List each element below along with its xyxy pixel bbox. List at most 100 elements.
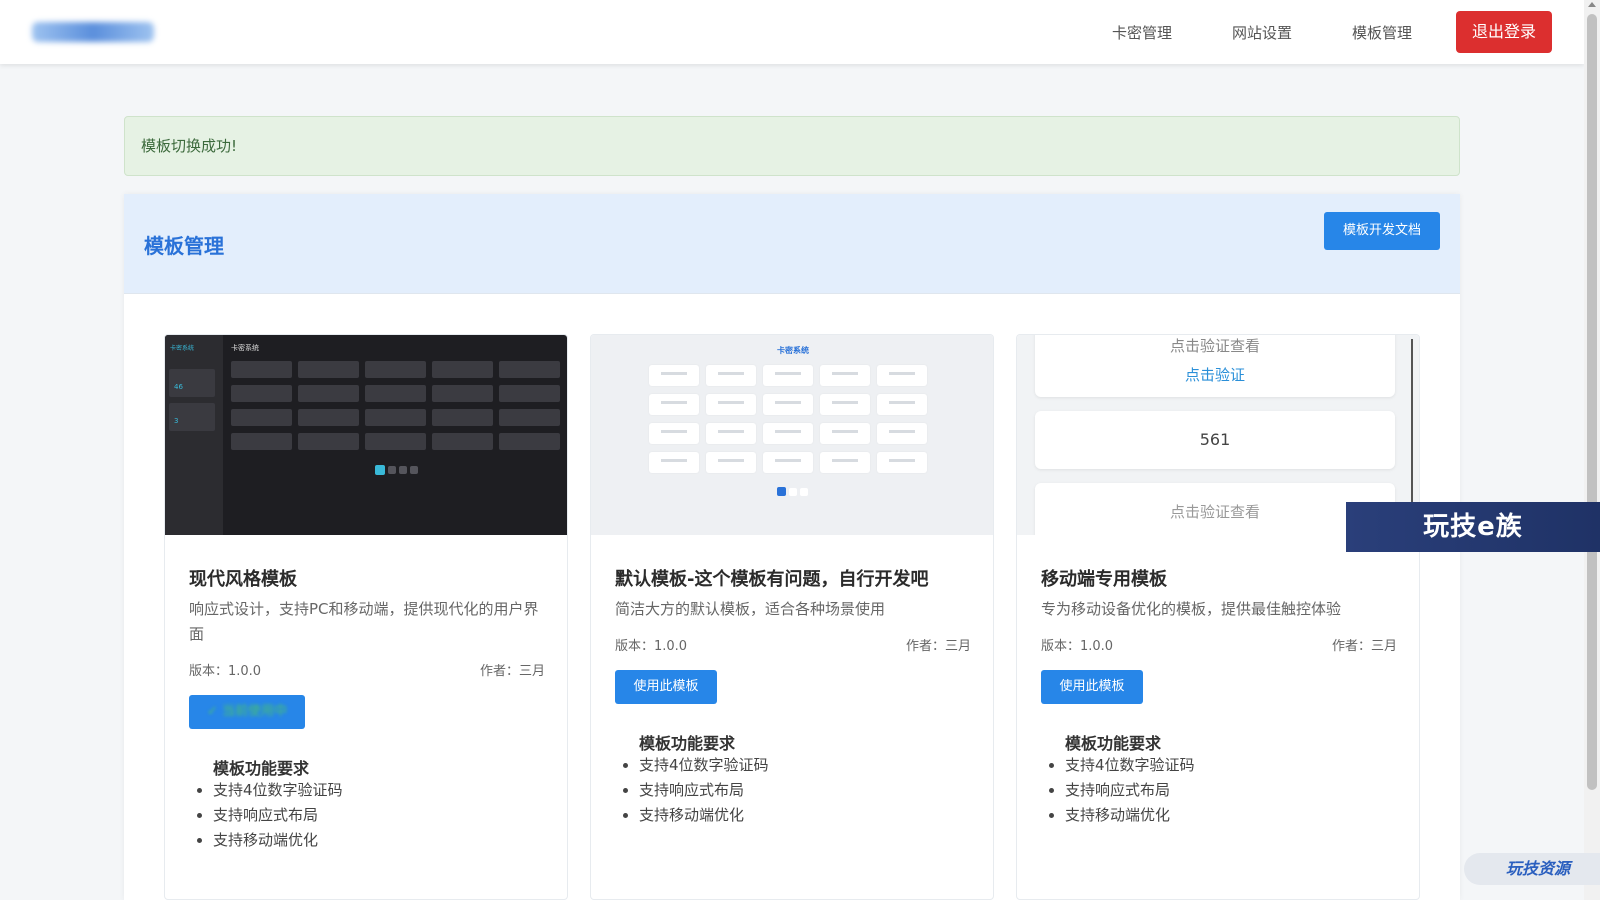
preview-cell — [763, 365, 813, 386]
preview-cell — [499, 433, 560, 450]
template-docs-button[interactable]: 模板开发文档 — [1324, 212, 1440, 250]
feature-item: 支持4位数字验证码 — [1065, 753, 1195, 778]
preview-cell — [706, 423, 756, 444]
watermark-banner: 玩技e族 — [1346, 502, 1600, 552]
use-template-button[interactable]: 使用此模板 — [1041, 670, 1143, 704]
feature-item: 支持4位数字验证码 — [213, 778, 343, 803]
preview-cell — [432, 361, 493, 378]
preview-cell — [763, 394, 813, 415]
preview-cell — [649, 423, 699, 444]
preview-header: 卡密系统 — [777, 346, 809, 355]
preview-cell — [706, 365, 756, 386]
template-meta: 版本：1.0.0 作者：三月 — [615, 635, 971, 654]
preview-cell — [231, 433, 292, 450]
preview-cell — [877, 365, 927, 386]
template-description: 简洁大方的默认模板，适合各种场景使用 — [615, 600, 886, 618]
template-description: 专为移动设备优化的模板，提供最佳触控体验 — [1041, 600, 1342, 618]
template-title: 现代风格模板 — [189, 569, 297, 590]
feature-item: 支持响应式布局 — [1065, 778, 1195, 803]
preview-cell — [763, 423, 813, 444]
template-version: 版本：1.0.0 — [615, 639, 688, 654]
scrollbar-thumb[interactable] — [1587, 14, 1597, 790]
scroll-up-arrow-icon[interactable] — [1588, 2, 1596, 7]
template-preview-image: 卡密系统 46 3 卡密系统 — [165, 335, 567, 535]
use-template-button[interactable]: 使用此模板 — [615, 670, 717, 704]
preview-hint-text: 点击验证查看 — [1035, 483, 1395, 535]
template-panel: 模板管理 模板开发文档 卡密系统 46 3 卡密系统 现代风格模板 响应式设计，… — [124, 194, 1460, 900]
preview-cell — [365, 361, 426, 378]
preview-cell — [877, 452, 927, 473]
preview-cell — [365, 385, 426, 402]
preview-cell — [499, 361, 560, 378]
preview-cell — [432, 385, 493, 402]
preview-cell — [432, 409, 493, 426]
preview-cell — [499, 385, 560, 402]
feature-item: 支持移动端优化 — [213, 828, 343, 853]
logout-button[interactable]: 退出登录 — [1456, 11, 1552, 53]
preview-cell — [231, 385, 292, 402]
preview-cell — [499, 409, 560, 426]
feature-item: 支持响应式布局 — [213, 803, 343, 828]
template-version: 版本：1.0.0 — [1041, 639, 1114, 654]
nav-site-settings[interactable]: 网站设置 — [1232, 22, 1292, 43]
nav-template-management[interactable]: 模板管理 — [1352, 22, 1412, 43]
features-list: 支持4位数字验证码 支持响应式布局 支持移动端优化 — [639, 753, 769, 828]
preview-cell — [649, 365, 699, 386]
feature-item: 支持移动端优化 — [1065, 803, 1195, 828]
preview-header: 卡密系统 — [231, 344, 259, 352]
features-title: 模板功能要求 — [213, 759, 310, 778]
current-template-button[interactable]: ✓ 当前使用中 — [189, 695, 305, 729]
feature-item: 支持移动端优化 — [639, 803, 769, 828]
preview-cell — [298, 409, 359, 426]
preview-cell — [706, 452, 756, 473]
preview-cell — [706, 394, 756, 415]
preview-cell — [365, 409, 426, 426]
template-meta: 版本：1.0.0 作者：三月 — [189, 660, 545, 679]
preview-verify-link: 点击验证 — [1184, 366, 1245, 384]
preview-cell — [820, 394, 870, 415]
template-author: 作者：三月 — [479, 664, 545, 679]
brand-logo[interactable] — [32, 22, 154, 42]
template-card-default: 卡密系统 默认模板-这个模板有问题，自行开发吧 简洁大方的默认模板，适合各种场景… — [590, 334, 994, 900]
panel-title: 模板管理 — [144, 234, 224, 258]
preview-cell — [432, 433, 493, 450]
preview-cell — [365, 433, 426, 450]
template-title: 默认模板-这个模板有问题，自行开发吧 — [615, 569, 929, 590]
template-title: 移动端专用模板 — [1041, 569, 1167, 590]
feature-item: 支持响应式布局 — [639, 778, 769, 803]
template-preview-image: 卡密系统 — [591, 335, 993, 535]
preview-cell — [231, 409, 292, 426]
nav-card-key-management[interactable]: 卡密管理 — [1112, 22, 1172, 43]
preview-number: 561 — [1035, 411, 1395, 469]
preview-cell — [820, 452, 870, 473]
preview-cell — [877, 423, 927, 444]
preview-cell — [298, 361, 359, 378]
template-author: 作者：三月 — [905, 639, 971, 654]
features-list: 支持4位数字验证码 支持响应式布局 支持移动端优化 — [1065, 753, 1195, 828]
preview-hint-text: 点击验证查看 — [1169, 337, 1260, 355]
template-version: 版本：1.0.0 — [189, 664, 262, 679]
template-description: 响应式设计，支持PC和移动端，提供现代化的用户界面 — [189, 600, 539, 643]
features-title: 模板功能要求 — [1065, 734, 1162, 753]
features-list: 支持4位数字验证码 支持响应式布局 支持移动端优化 — [213, 778, 343, 853]
preview-cell — [820, 423, 870, 444]
preview-cell — [877, 394, 927, 415]
top-navbar: 卡密管理 网站设置 模板管理 退出登录 — [0, 0, 1584, 64]
template-card-mobile: 点击验证查看 点击验证 561 点击验证查看 移动端专用模板 专为移动设备优化的… — [1016, 334, 1420, 900]
preview-stat: 3 — [174, 417, 179, 425]
feature-item: 支持4位数字验证码 — [639, 753, 769, 778]
preview-cell — [820, 365, 870, 386]
template-card-modern: 卡密系统 46 3 卡密系统 现代风格模板 响应式设计，支持PC和移动端，提供现… — [164, 334, 568, 900]
preview-cell — [298, 385, 359, 402]
preview-stat: 46 — [174, 383, 183, 391]
preview-cell — [231, 361, 292, 378]
preview-cell — [649, 452, 699, 473]
template-author: 作者：三月 — [1331, 639, 1397, 654]
panel-header: 模板管理 模板开发文档 — [124, 194, 1460, 294]
preview-cell — [298, 433, 359, 450]
template-meta: 版本：1.0.0 作者：三月 — [1041, 635, 1397, 654]
success-alert: 模板切换成功! — [124, 116, 1460, 176]
preview-cell — [763, 452, 813, 473]
features-title: 模板功能要求 — [639, 734, 736, 753]
watermark-corner: 玩技资源 — [1464, 853, 1600, 885]
